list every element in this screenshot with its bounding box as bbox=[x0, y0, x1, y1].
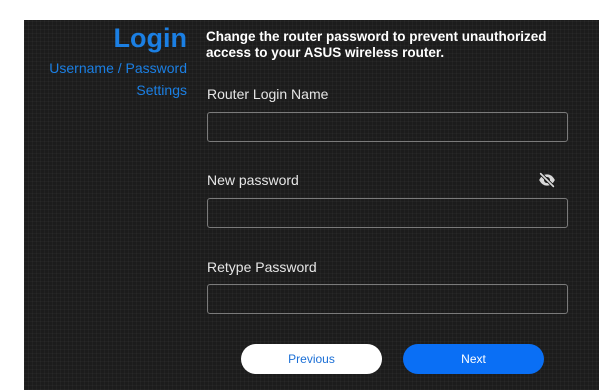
next-button[interactable]: Next bbox=[403, 344, 544, 374]
previous-button[interactable]: Previous bbox=[241, 344, 382, 374]
page-subtitle-line2: Settings bbox=[136, 82, 187, 98]
new-password-field[interactable] bbox=[207, 198, 568, 228]
login-name-label: Router Login Name bbox=[207, 86, 329, 102]
page-description: Change the router password to prevent un… bbox=[206, 29, 547, 60]
retype-password-field[interactable] bbox=[207, 284, 568, 314]
new-password-label: New password bbox=[207, 172, 299, 188]
page-title: Login bbox=[113, 23, 187, 53]
retype-password-label: Retype Password bbox=[207, 259, 317, 275]
eye-slash-icon[interactable] bbox=[538, 171, 556, 189]
login-name-field[interactable] bbox=[207, 112, 568, 142]
router-setup-panel: Login Username / Password Settings Chang… bbox=[24, 20, 599, 390]
page-subtitle-line1: Username / Password bbox=[49, 60, 187, 76]
